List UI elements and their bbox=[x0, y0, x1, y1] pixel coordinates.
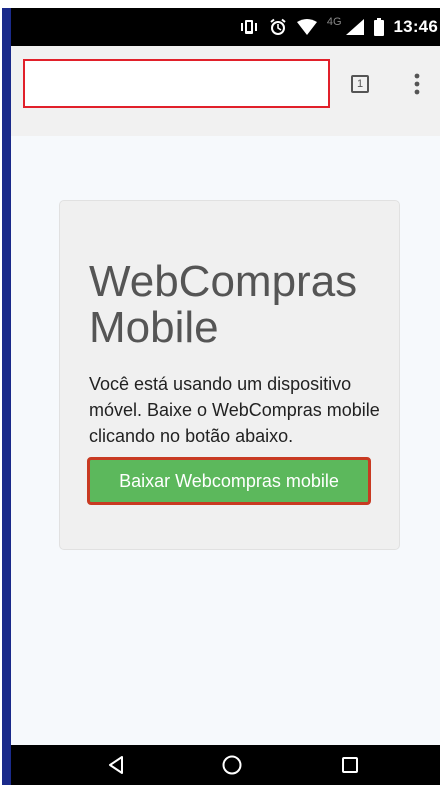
download-app-button[interactable]: Baixar Webcompras mobile bbox=[87, 457, 371, 505]
alarm-icon bbox=[269, 18, 287, 36]
browser-toolbar: 1 bbox=[11, 46, 440, 137]
title-line-1: WebCompras bbox=[89, 257, 358, 306]
device-frame: 4G 13:46 1 WebCompras Mobile Você está u… bbox=[2, 8, 440, 785]
url-bar[interactable] bbox=[23, 59, 330, 108]
status-icons: 4G 13:46 bbox=[239, 8, 440, 46]
back-icon[interactable] bbox=[91, 745, 141, 785]
wifi-icon bbox=[296, 19, 317, 35]
page-content: WebCompras Mobile Você está usando um di… bbox=[11, 136, 440, 745]
navigation-bar bbox=[11, 745, 440, 785]
download-card: WebCompras Mobile Você está usando um di… bbox=[59, 200, 400, 550]
tab-switcher-button[interactable]: 1 bbox=[351, 75, 369, 93]
vibrate-icon bbox=[239, 19, 259, 35]
tab-count: 1 bbox=[356, 78, 364, 90]
recents-icon[interactable] bbox=[325, 745, 375, 785]
battery-icon bbox=[373, 18, 384, 36]
title-line-2: Mobile bbox=[89, 303, 219, 352]
more-vert-icon[interactable] bbox=[409, 70, 425, 98]
network-type-label: 4G bbox=[326, 16, 342, 28]
home-icon[interactable] bbox=[207, 745, 257, 785]
status-time: 13:46 bbox=[393, 17, 438, 36]
signal-icon bbox=[345, 19, 364, 35]
description-text: Você está usando um dispositivo móvel. B… bbox=[89, 374, 380, 446]
status-bar: 4G 13:46 bbox=[11, 8, 440, 46]
page-title: WebCompras Mobile bbox=[89, 259, 389, 351]
phone-screen: 4G 13:46 1 WebCompras Mobile Você está u… bbox=[11, 8, 440, 785]
